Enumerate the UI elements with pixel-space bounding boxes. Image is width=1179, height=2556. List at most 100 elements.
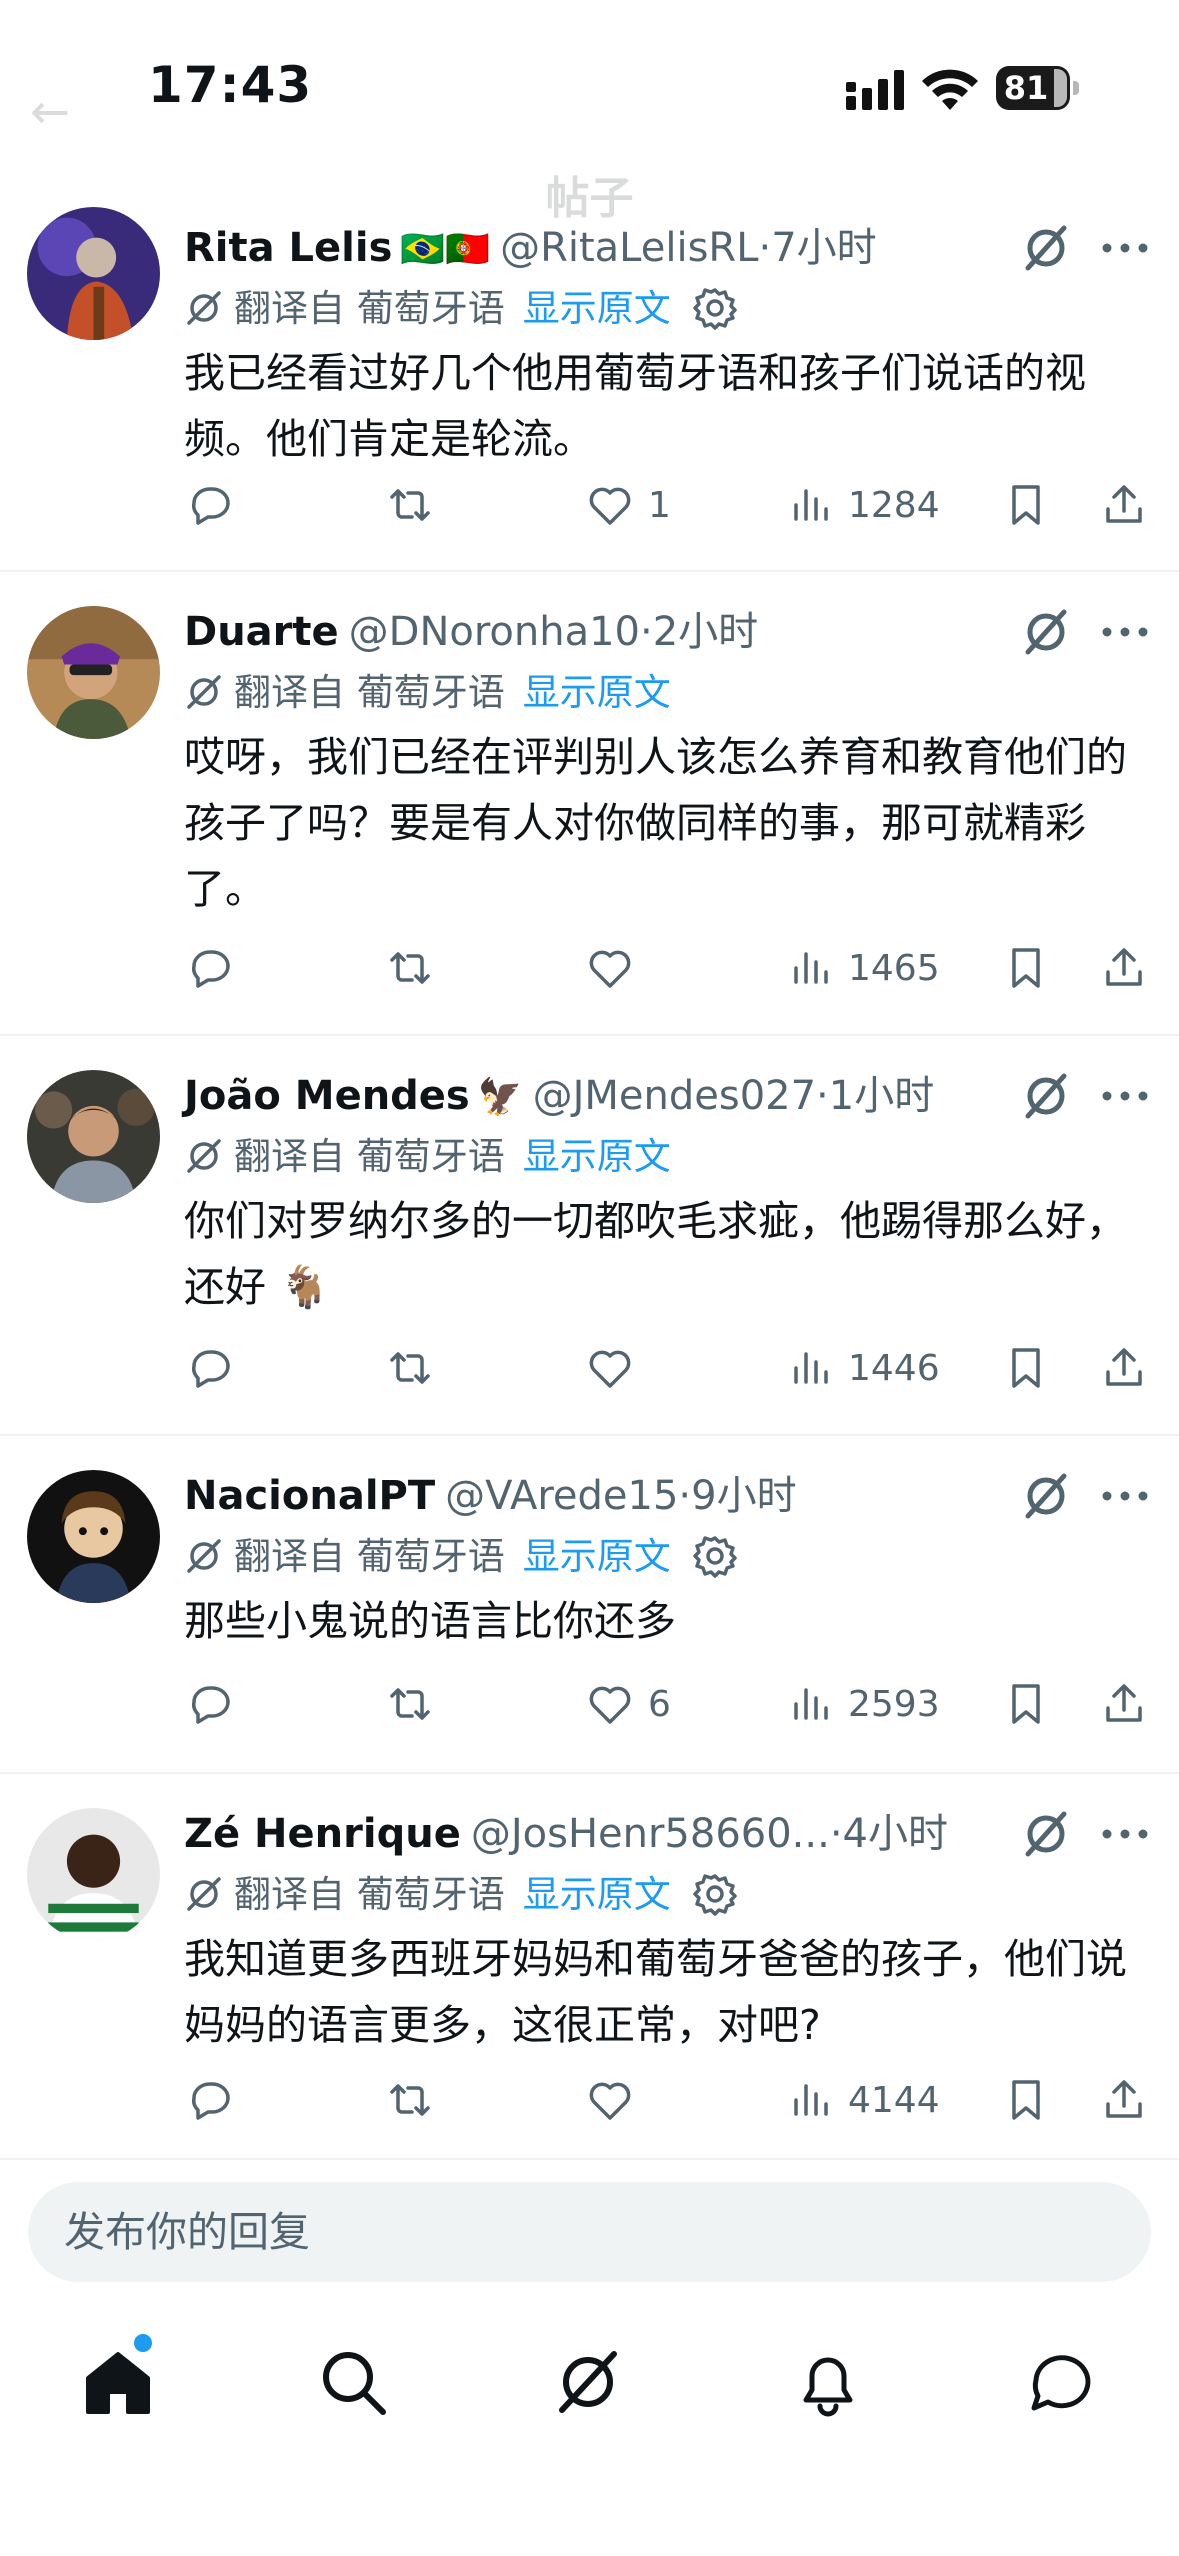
reply-button[interactable] bbox=[184, 2070, 236, 2130]
like-button[interactable] bbox=[584, 2070, 648, 2130]
reply-button[interactable] bbox=[184, 1674, 236, 1734]
tab-grok[interactable] bbox=[550, 2344, 626, 2420]
grok-icon[interactable] bbox=[1018, 1068, 1074, 1124]
gear-icon[interactable] bbox=[691, 1532, 739, 1580]
grok-icon[interactable] bbox=[1018, 220, 1074, 276]
tab-search[interactable] bbox=[315, 2344, 391, 2420]
reply-button[interactable] bbox=[184, 1338, 236, 1398]
bookmark-button[interactable] bbox=[1000, 2070, 1052, 2130]
show-original-link[interactable]: 显示原文 bbox=[523, 1535, 671, 1578]
reply-item[interactable]: João Mendes 🦅 @JMendes027·1小时 翻译自 葡萄牙语 显示原文… bbox=[0, 1036, 1179, 1436]
author-handle[interactable]: @VArede15 bbox=[445, 1473, 678, 1519]
avatar[interactable] bbox=[27, 207, 160, 340]
search-icon bbox=[323, 2352, 386, 2415]
like-button[interactable]: 1 bbox=[584, 475, 671, 535]
show-original-link[interactable]: 显示原文 bbox=[523, 671, 671, 714]
show-original-link[interactable]: 显示原文 bbox=[523, 287, 671, 330]
share-button[interactable] bbox=[1098, 475, 1150, 535]
action-bar: 1 1284 bbox=[184, 475, 1144, 535]
bookmark-icon bbox=[1012, 948, 1040, 988]
action-bar: 1465 bbox=[184, 938, 1144, 998]
grok-icon[interactable] bbox=[1018, 1806, 1074, 1862]
like-button[interactable] bbox=[584, 1338, 648, 1398]
tab-messages[interactable] bbox=[1024, 2344, 1100, 2420]
author-handle[interactable]: @JMendes027 bbox=[533, 1073, 816, 1119]
bookmark-button[interactable] bbox=[1000, 475, 1052, 535]
like-icon bbox=[589, 487, 631, 525]
gear-icon[interactable] bbox=[691, 284, 739, 332]
more-icon[interactable] bbox=[1100, 1468, 1150, 1524]
bookmark-icon bbox=[1012, 485, 1040, 525]
bookmark-icon bbox=[1012, 1348, 1040, 1388]
author-handle[interactable]: @RitaLelisRL bbox=[500, 225, 758, 271]
notifications-icon bbox=[803, 2357, 853, 2417]
avatar[interactable] bbox=[27, 1070, 160, 1203]
tab-home[interactable] bbox=[80, 2344, 156, 2420]
grok-icon[interactable] bbox=[1018, 604, 1074, 660]
author-handle[interactable]: @JosHenr58660... bbox=[471, 1811, 830, 1857]
bookmark-button[interactable] bbox=[1000, 1674, 1052, 1734]
back-arrow-icon[interactable]: ← bbox=[30, 84, 70, 140]
share-icon bbox=[1106, 485, 1142, 523]
share-button[interactable] bbox=[1098, 938, 1150, 998]
avatar[interactable] bbox=[27, 606, 160, 739]
more-icon[interactable] bbox=[1100, 1068, 1150, 1124]
more-icon[interactable] bbox=[1100, 1806, 1150, 1862]
tab-bar bbox=[0, 2300, 1179, 2556]
avatar[interactable] bbox=[27, 1470, 160, 1603]
avatar[interactable] bbox=[27, 1808, 160, 1941]
author-name[interactable]: João Mendes bbox=[184, 1073, 470, 1119]
bookmark-button[interactable] bbox=[1000, 1338, 1052, 1398]
reply-composer[interactable]: 发布你的回复 bbox=[28, 2182, 1151, 2282]
reply-placeholder[interactable]: 发布你的回复 bbox=[64, 2182, 310, 2282]
author-name[interactable]: Zé Henrique bbox=[184, 1811, 461, 1857]
reply-button[interactable] bbox=[184, 475, 236, 535]
share-button[interactable] bbox=[1098, 1338, 1150, 1398]
show-original-link[interactable]: 显示原文 bbox=[523, 1135, 671, 1178]
author-name[interactable]: NacionalPT bbox=[184, 1473, 435, 1519]
views-button[interactable]: 1284 bbox=[784, 475, 940, 535]
reply-text: 你们对罗纳尔多的一切都吹毛求疵，他踢得那么好，还好 🐐 bbox=[184, 1197, 1127, 1311]
share-button[interactable] bbox=[1098, 2070, 1150, 2130]
reply-item[interactable]: Duarte @DNoronha10·2小时 翻译自 葡萄牙语 显示原文 哎呀，我们… bbox=[0, 572, 1179, 1036]
reply-item[interactable]: Rita Lelis 🇧🇷🇵🇹 @RitaLelisRL·7小时 翻译自 葡萄牙语显… bbox=[0, 190, 1179, 572]
wifi-icon bbox=[922, 69, 978, 110]
author-handle[interactable]: @DNoronha10 bbox=[349, 609, 640, 655]
show-original-link[interactable]: 显示原文 bbox=[523, 1873, 671, 1916]
grok-icon[interactable] bbox=[1018, 1468, 1074, 1524]
reply-button[interactable] bbox=[184, 938, 236, 998]
views-button[interactable]: 2593 bbox=[784, 1674, 940, 1734]
like-button[interactable] bbox=[584, 938, 648, 998]
author-name[interactable]: Rita Lelis bbox=[184, 225, 392, 271]
reply-text: 哎呀，我们已经在评判别人该怎么养育和教育他们的孩子了吗？要是有人对你做同样的事，… bbox=[184, 733, 1127, 913]
views-button[interactable]: 1446 bbox=[784, 1338, 940, 1398]
bookmark-button[interactable] bbox=[1000, 938, 1052, 998]
retweet-button[interactable] bbox=[384, 1338, 436, 1398]
more-icon[interactable] bbox=[1100, 220, 1150, 276]
retweet-button[interactable] bbox=[384, 938, 436, 998]
view-count: 1465 bbox=[848, 947, 940, 989]
more-icon[interactable] bbox=[1100, 604, 1150, 660]
like-button[interactable]: 6 bbox=[584, 1674, 671, 1734]
like-icon bbox=[589, 1350, 631, 1388]
retweet-icon bbox=[390, 489, 430, 521]
status-bar: 17:43 帖子 ← 81 bbox=[0, 0, 1179, 224]
retweet-button[interactable] bbox=[384, 2070, 436, 2130]
author-name[interactable]: Duarte bbox=[184, 609, 339, 655]
translation-label: 翻译自 葡萄牙语 bbox=[234, 1135, 505, 1178]
reply-item[interactable]: NacionalPT @VArede15·9小时 翻译自 葡萄牙语 显示原文 那些小… bbox=[0, 1436, 1179, 1774]
reply-text: 那些小鬼说的语言比你还多 bbox=[184, 1597, 676, 1645]
post-time: ·7小时 bbox=[758, 225, 877, 271]
tab-notifications[interactable] bbox=[790, 2344, 866, 2420]
retweet-button[interactable] bbox=[384, 475, 436, 535]
gear-icon[interactable] bbox=[691, 1870, 739, 1918]
home-icon bbox=[86, 2352, 150, 2414]
share-button[interactable] bbox=[1098, 1674, 1150, 1734]
views-button[interactable]: 1465 bbox=[784, 938, 940, 998]
views-button[interactable]: 4144 bbox=[784, 2070, 940, 2130]
reply-icon bbox=[192, 2082, 230, 2120]
reply-item[interactable]: Zé Henrique @JosHenr58660...·4小时 翻译自 葡萄牙语… bbox=[0, 1774, 1179, 2160]
views-icon bbox=[794, 1352, 828, 1384]
retweet-button[interactable] bbox=[384, 1674, 436, 1734]
translation-label: 翻译自 葡萄牙语 bbox=[234, 671, 505, 714]
